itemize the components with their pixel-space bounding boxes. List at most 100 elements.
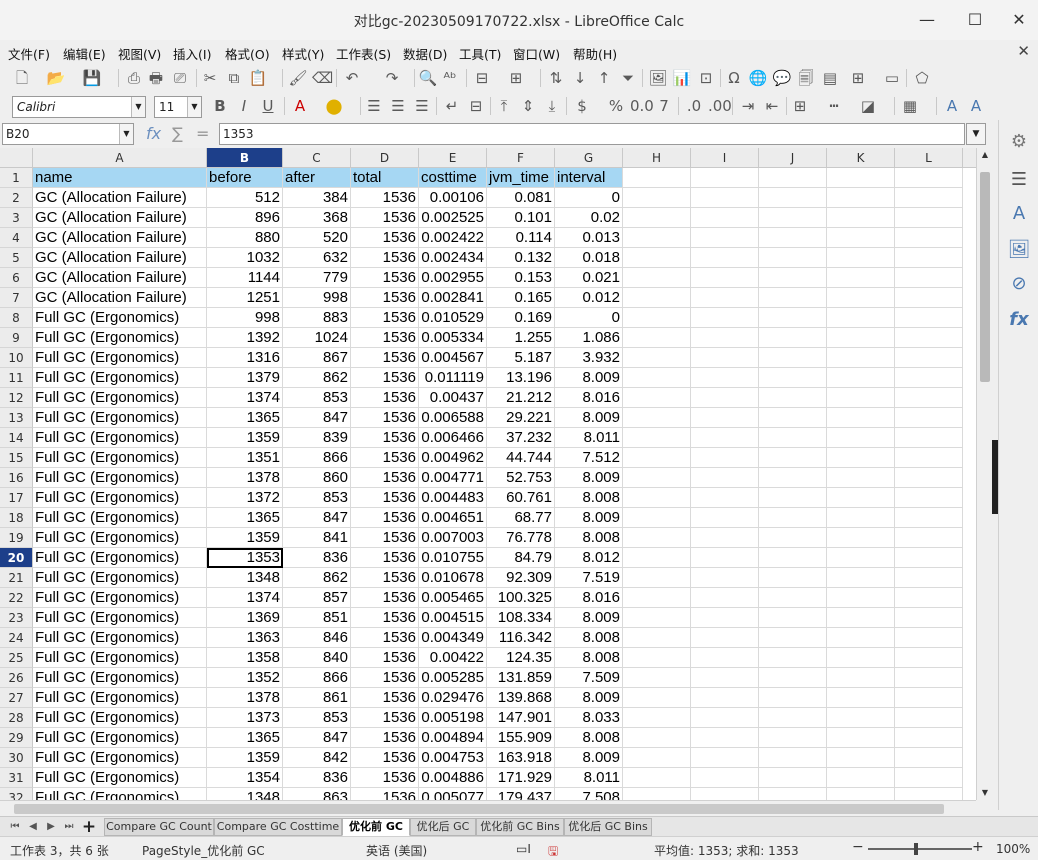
table-cell[interactable]	[623, 268, 691, 288]
table-cell[interactable]: 853	[283, 388, 351, 408]
table-cell[interactable]: 853	[283, 488, 351, 508]
table-cell[interactable]	[759, 688, 827, 708]
menu-file[interactable]: 文件(F)	[8, 44, 50, 63]
table-cell[interactable]: 847	[283, 508, 351, 528]
table-cell[interactable]: 1352	[207, 668, 283, 688]
table-cell[interactable]: 0.004886	[419, 768, 487, 788]
table-cell[interactable]	[895, 568, 963, 588]
table-cell[interactable]: 842	[283, 748, 351, 768]
table-cell[interactable]	[827, 468, 895, 488]
table-cell[interactable]: 84.79	[487, 548, 555, 568]
row-header[interactable]: 19	[0, 528, 33, 548]
table-cell[interactable]: 21.212	[487, 388, 555, 408]
menu-help[interactable]: 帮助(H)	[573, 44, 617, 63]
undo-icon[interactable]: ↶	[342, 68, 362, 88]
table-cell[interactable]: Full GC (Ergonomics)	[33, 488, 207, 508]
language-status[interactable]: 英语 (美国)	[366, 842, 427, 859]
table-cell[interactable]: 847	[283, 408, 351, 428]
row-header[interactable]: 12	[0, 388, 33, 408]
wrap-text-icon[interactable]: ↵	[442, 96, 462, 116]
table-cell[interactable]: 867	[283, 348, 351, 368]
table-cell[interactable]: 520	[283, 228, 351, 248]
table-cell[interactable]: Full GC (Ergonomics)	[33, 508, 207, 528]
table-cell[interactable]	[895, 728, 963, 748]
row-header[interactable]: 14	[0, 428, 33, 448]
table-cell[interactable]	[827, 348, 895, 368]
table-cell[interactable]: 76.778	[487, 528, 555, 548]
table-cell[interactable]	[895, 528, 963, 548]
table-cell[interactable]: 1378	[207, 688, 283, 708]
row-icon[interactable]: ⊟	[472, 68, 492, 88]
settings-gear-icon[interactable]: ⚙	[1007, 130, 1031, 154]
number-format-icon[interactable]: 0.0	[630, 96, 654, 116]
scroll-down-icon[interactable]: ▼	[977, 786, 993, 800]
styles-sidebar-icon[interactable]: A	[1007, 202, 1031, 226]
table-cell[interactable]	[623, 628, 691, 648]
table-cell[interactable]: 8.016	[555, 388, 623, 408]
tab-before-gc-bins[interactable]: 优化前 GC Bins	[476, 818, 564, 836]
percent-icon[interactable]: %	[606, 96, 626, 116]
align-right-icon[interactable]: ☰	[412, 96, 432, 116]
table-cell[interactable]	[623, 548, 691, 568]
table-cell[interactable]	[623, 688, 691, 708]
row-header[interactable]: 30	[0, 748, 33, 768]
table-cell[interactable]: 0.010529	[419, 308, 487, 328]
table-cell[interactable]: 1024	[283, 328, 351, 348]
table-cell[interactable]	[691, 388, 759, 408]
table-cell[interactable]: 841	[283, 528, 351, 548]
header-footer-icon[interactable]: 🗐	[796, 68, 816, 88]
table-cell[interactable]	[895, 748, 963, 768]
table-cell[interactable]	[691, 188, 759, 208]
row-header[interactable]: 21	[0, 568, 33, 588]
table-cell[interactable]: 1536	[351, 688, 419, 708]
table-cell[interactable]: 8.008	[555, 628, 623, 648]
table-cell[interactable]: 0.029476	[419, 688, 487, 708]
table-cell[interactable]	[827, 328, 895, 348]
table-cell[interactable]: 52.753	[487, 468, 555, 488]
table-cell[interactable]	[623, 508, 691, 528]
table-cell[interactable]: 37.232	[487, 428, 555, 448]
zoom-slider[interactable]	[868, 848, 972, 850]
table-cell[interactable]: 171.929	[487, 768, 555, 788]
table-cell[interactable]	[827, 608, 895, 628]
table-cell[interactable]: 1372	[207, 488, 283, 508]
table-cell[interactable]: 368	[283, 208, 351, 228]
table-header-cell[interactable]: costtime	[419, 168, 487, 188]
table-cell[interactable]	[895, 508, 963, 528]
merge-cells-icon[interactable]: ⊟	[466, 96, 486, 116]
navigator-icon[interactable]: ⊘	[1007, 272, 1031, 296]
maximize-button[interactable]: ☐	[960, 6, 990, 34]
tab-before-gc[interactable]: 优化前 GC	[342, 818, 410, 836]
redo-icon[interactable]: ↷	[382, 68, 402, 88]
table-cell[interactable]: 1536	[351, 788, 419, 800]
table-cell[interactable]	[895, 388, 963, 408]
save-icon[interactable]: 💾	[82, 68, 102, 88]
table-cell[interactable]: 8.008	[555, 528, 623, 548]
row-header[interactable]: 13	[0, 408, 33, 428]
table-cell[interactable]: 1536	[351, 188, 419, 208]
table-cell[interactable]: 44.744	[487, 448, 555, 468]
table-cell[interactable]: 1536	[351, 588, 419, 608]
table-cell[interactable]: 1.086	[555, 328, 623, 348]
table-cell[interactable]: 8.009	[555, 608, 623, 628]
table-cell[interactable]	[895, 788, 963, 800]
table-cell[interactable]: 840	[283, 648, 351, 668]
row-header[interactable]: 16	[0, 468, 33, 488]
table-cell[interactable]: 1536	[351, 428, 419, 448]
table-cell[interactable]	[895, 688, 963, 708]
chevron-down-icon[interactable]: ▼	[187, 97, 201, 117]
table-cell[interactable]	[691, 448, 759, 468]
table-cell[interactable]	[895, 228, 963, 248]
table-cell[interactable]	[691, 588, 759, 608]
copy-icon[interactable]: ⧉	[224, 68, 244, 88]
table-cell[interactable]	[623, 448, 691, 468]
table-cell[interactable]: 8.008	[555, 648, 623, 668]
table-cell[interactable]: 1348	[207, 568, 283, 588]
table-cell[interactable]: GC (Allocation Failure)	[33, 288, 207, 308]
table-cell[interactable]: Full GC (Ergonomics)	[33, 588, 207, 608]
table-cell[interactable]: Full GC (Ergonomics)	[33, 468, 207, 488]
table-cell[interactable]: 1536	[351, 208, 419, 228]
table-cell[interactable]: 1536	[351, 528, 419, 548]
table-cell[interactable]	[623, 648, 691, 668]
table-cell[interactable]	[691, 228, 759, 248]
